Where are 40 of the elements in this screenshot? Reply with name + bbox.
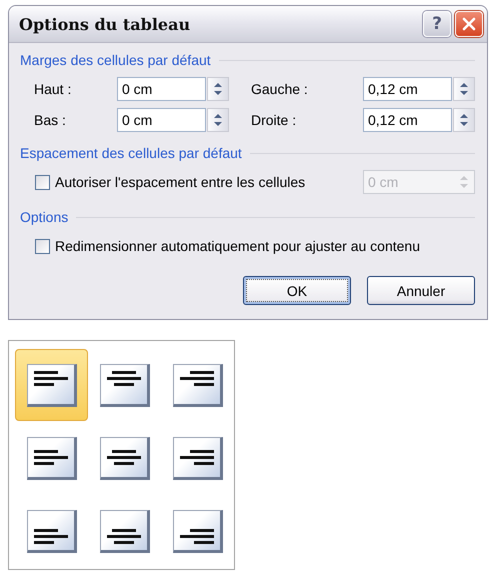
field-label: Haut : [34, 81, 72, 97]
dialog-button[interactable]: Annuler [367, 276, 475, 305]
text-align-icon [26, 510, 76, 552]
alignment-button[interactable] [15, 349, 88, 421]
window-title: Options du tableau [19, 14, 190, 34]
spin-button[interactable] [207, 108, 229, 132]
spin-button[interactable] [453, 77, 475, 101]
spin-button[interactable] [207, 77, 229, 101]
group-heading: Options [20, 209, 68, 225]
text-align-icon [100, 510, 150, 552]
checkbox[interactable] [35, 174, 50, 190]
up-down-arrows-icon [458, 81, 470, 97]
field-label: Droite : [250, 112, 298, 128]
up-down-arrows-icon [458, 174, 470, 190]
close-icon [462, 17, 476, 31]
text-align-icon [172, 436, 222, 480]
number-field[interactable]: 0 cm [117, 108, 206, 132]
close-button[interactable] [455, 11, 483, 37]
up-down-arrows-icon [212, 81, 224, 97]
text-align-icon [100, 364, 150, 406]
text-align-icon [172, 364, 222, 406]
checkbox[interactable] [35, 238, 50, 254]
up-down-arrows-icon [458, 112, 470, 128]
checkbox-label: Autoriser l'espacement entre les cellules [55, 174, 306, 190]
group-heading: Espacement des cellules par défaut [20, 145, 242, 161]
group-heading: Marges des cellules par défaut [20, 52, 211, 68]
spin-button[interactable] [453, 108, 475, 132]
dialog-button[interactable]: OK [243, 276, 351, 305]
number-field[interactable]: 0,12 cm [363, 77, 452, 101]
text-align-icon [100, 436, 150, 480]
text-align-icon [26, 436, 76, 480]
up-down-arrows-icon [212, 112, 224, 128]
help-button[interactable]: ? [423, 11, 451, 37]
number-field[interactable]: 0,12 cm [363, 108, 452, 132]
number-field[interactable]: 0 cm [117, 77, 206, 101]
field-label: Gauche : [250, 81, 309, 97]
checkbox-label: Redimensionner automatiquement pour ajuster au contenu [55, 238, 420, 254]
text-align-icon [26, 364, 76, 406]
text-align-icon [172, 510, 222, 552]
field-label: Bas : [34, 112, 67, 128]
